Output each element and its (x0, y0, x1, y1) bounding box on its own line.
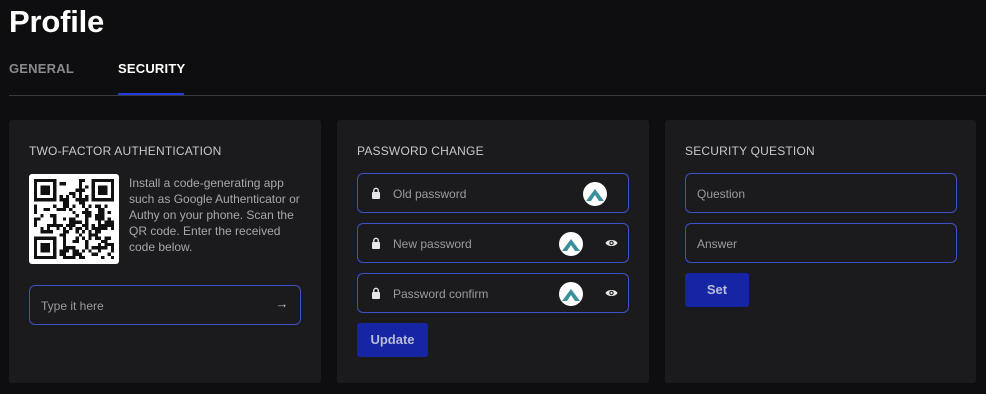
set-button[interactable]: Set (685, 273, 749, 307)
password-change-title: PASSWORD CHANGE (357, 144, 484, 158)
old-password-field[interactable]: Old password (357, 173, 629, 213)
tab-security[interactable]: SECURITY (118, 61, 185, 76)
answer-placeholder: Answer (697, 237, 738, 251)
qr-code (29, 174, 119, 264)
eye-icon[interactable] (605, 238, 618, 248)
tab-bar: GENERAL SECURITY (9, 61, 986, 96)
update-button[interactable]: Update (357, 323, 428, 357)
security-question-card: SECURITY QUESTION Question Answer Set (665, 120, 976, 383)
question-placeholder: Question (697, 187, 746, 201)
two-factor-card: TWO-FACTOR AUTHENTICATION Install a code… (9, 120, 321, 383)
lock-icon (372, 287, 380, 299)
tab-general[interactable]: GENERAL (9, 61, 74, 76)
security-question-title: SECURITY QUESTION (685, 144, 815, 158)
two-factor-description: Install a code-generating app such as Go… (129, 176, 300, 254)
new-password-field[interactable]: New password (357, 223, 629, 263)
password-manager-icon[interactable] (559, 282, 583, 306)
eye-icon[interactable] (605, 288, 618, 298)
answer-field[interactable]: Answer (685, 223, 957, 263)
password-manager-icon[interactable] (583, 182, 607, 206)
lock-icon (372, 187, 380, 199)
active-tab-indicator (118, 93, 184, 95)
new-password-placeholder: New password (393, 237, 472, 251)
password-change-card: PASSWORD CHANGE Old password New passwor… (337, 120, 649, 383)
two-factor-code-placeholder: Type it here (41, 299, 104, 313)
two-factor-title: TWO-FACTOR AUTHENTICATION (29, 144, 222, 158)
lock-icon (372, 237, 380, 249)
confirm-password-field[interactable]: Password confirm (357, 273, 629, 313)
confirm-password-placeholder: Password confirm (393, 287, 489, 301)
two-factor-code-input[interactable]: Type it here → (29, 285, 301, 325)
page-title: Profile (9, 4, 105, 39)
password-manager-icon[interactable] (559, 232, 583, 256)
question-field[interactable]: Question (685, 173, 957, 213)
old-password-placeholder: Old password (393, 187, 467, 201)
arrow-right-icon[interactable]: → (274, 296, 290, 312)
